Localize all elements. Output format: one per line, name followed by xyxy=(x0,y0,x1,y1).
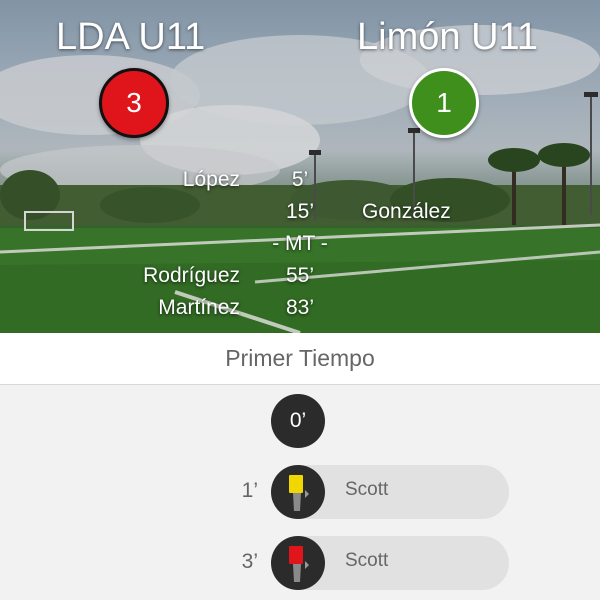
timeline-event[interactable]: 3’ Scott xyxy=(0,536,600,590)
period-header[interactable]: Primer Tiempo xyxy=(0,333,600,385)
goal-minute: 5’ xyxy=(291,168,309,191)
match-header: LDA U11 Limón U11 3 1 López 5’ 15’ Gonzá… xyxy=(0,0,600,333)
goal-away-scorer: González xyxy=(362,200,451,223)
goal-list: López 5’ 15’ González - MT - Rodríguez 5… xyxy=(0,0,600,333)
halftime-row: - MT - xyxy=(0,232,600,262)
goal-home-scorer: López xyxy=(182,168,240,191)
yellow-card-icon xyxy=(271,465,325,519)
goal-minute: 15’ xyxy=(285,200,315,223)
event-minute: 1’ xyxy=(241,479,258,502)
event-player-name: Scott xyxy=(345,550,389,571)
halftime-marker: - MT - xyxy=(272,232,328,255)
goal-home-scorer: Rodríguez xyxy=(143,264,240,287)
event-timeline: 0’ 1’ Scott 3’ Scott xyxy=(0,386,600,600)
event-minute: 3’ xyxy=(241,550,258,573)
goal-row: Rodríguez 55’ xyxy=(0,264,600,294)
goal-row: Martínez 83’ xyxy=(0,296,600,326)
event-player-name: Scott xyxy=(345,479,389,500)
goal-row: 15’ González xyxy=(0,200,600,230)
goal-row: López 5’ xyxy=(0,168,600,198)
goal-minute: 55’ xyxy=(285,264,315,287)
period-title: Primer Tiempo xyxy=(225,345,375,371)
goal-home-scorer: Martínez xyxy=(158,296,240,319)
red-card-icon xyxy=(271,536,325,590)
goal-minute: 83’ xyxy=(285,296,315,319)
timeline-event[interactable]: 1’ Scott xyxy=(0,465,600,519)
kickoff-marker: 0’ xyxy=(271,394,325,448)
